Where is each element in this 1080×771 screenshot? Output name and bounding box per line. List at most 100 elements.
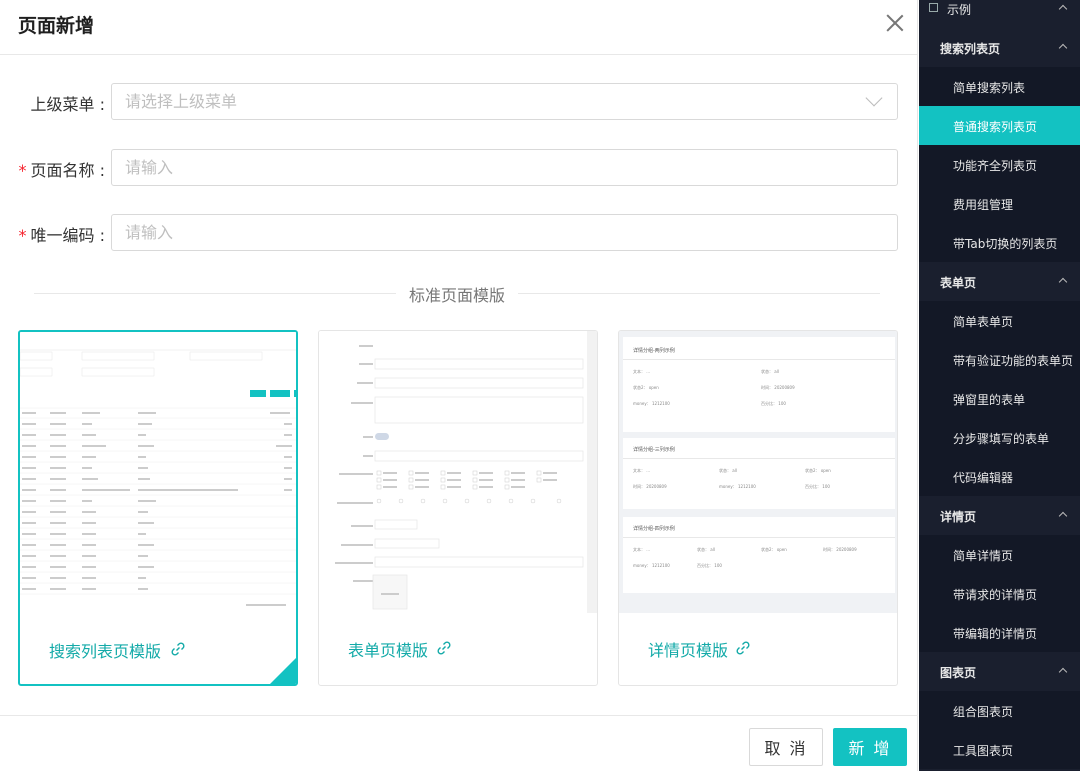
parent-menu-label-text: 上级菜单 :: [30, 95, 105, 114]
template-card-form[interactable]: 表单页模版: [318, 330, 598, 686]
link-icon[interactable]: [436, 640, 452, 656]
sidebar-item-step-form[interactable]: 分步骤填写的表单: [919, 418, 1080, 457]
detail-section: 详情分组-三列示例 文本： ... 状态： all 状态2： open 时间： …: [623, 438, 895, 509]
detail-field: 文本： ...: [633, 468, 651, 473]
sidebar-item-validated-form[interactable]: 带有验证功能的表单页: [919, 340, 1080, 379]
sidebar-item-simple-search-list[interactable]: 简单搜索列表: [919, 67, 1080, 106]
sidebar-item-label: 搜索列表页: [940, 42, 1001, 56]
parent-menu-label: 上级菜单 :: [31, 91, 105, 115]
detail-section-title: 详情分组-三列示例: [633, 447, 675, 453]
sidebar-item-tool-chart[interactable]: 工具图表页: [919, 730, 1080, 769]
add-button[interactable]: 新 增: [833, 728, 907, 766]
detail-field: 时间： 20200809: [633, 484, 667, 489]
modal-header: 页面新增: [0, 0, 917, 55]
detail-section-title: 详情分组-四列示例: [633, 526, 675, 532]
sidebar-item-label: 带有验证功能的表单页: [953, 354, 1074, 368]
required-mark: *: [18, 226, 27, 245]
sidebar-item-simple-detail[interactable]: 简单详情页: [919, 535, 1080, 574]
sidebar-item-label: 示例: [947, 3, 972, 17]
detail-field: 状态： all: [761, 369, 779, 374]
page-add-modal: 页面新增 上级菜单 : *页面名称 : *唯一编码 : 标准页面模版: [0, 0, 918, 771]
sidebar-item-label: 图表页: [940, 666, 977, 680]
unique-code-input[interactable]: [111, 214, 898, 251]
parent-menu-row: 上级菜单 :: [0, 83, 918, 121]
page-name-row: * 页面名称 :: [0, 149, 918, 187]
sidebar-item-full-list[interactable]: 功能齐全列表页: [919, 145, 1080, 184]
sidebar-item-normal-search-list[interactable]: 普通搜索列表页: [919, 106, 1080, 145]
grid-icon: [929, 3, 938, 12]
detail-section: 详情分组-四列示例 文本： ... 状态： all 状态2： open 时间： …: [623, 517, 895, 593]
chevron-up-icon: [1058, 4, 1068, 14]
search-list-preview: [20, 332, 296, 614]
page-name-label-text: 页面名称 :: [30, 161, 105, 180]
sidebar-item-label: 组合图表页: [953, 705, 1014, 719]
sidebar-item-code-editor[interactable]: 代码编辑器: [919, 457, 1080, 496]
sidebar-item-tab-list[interactable]: 带Tab切换的列表页: [919, 223, 1080, 262]
sidebar-item-label: 费用组管理: [953, 198, 1014, 212]
sidebar-item-expense-group[interactable]: 费用组管理: [919, 184, 1080, 223]
sidebar-item-label: 表单页: [940, 276, 977, 290]
detail-field: 状态2： open: [633, 385, 659, 390]
sidebar-item-label: 带请求的详情页: [953, 588, 1038, 602]
template-caption-detail[interactable]: 详情页模版: [648, 637, 728, 661]
search-list-preview-image: [20, 332, 296, 614]
detail-field: 百分比： 100: [761, 401, 786, 406]
sidebar-group-form[interactable]: 表单页: [919, 262, 1080, 301]
sidebar-item-label: 工具图表页: [953, 744, 1014, 758]
detail-section: 详情分组-两列示例 文本： ... 状态： all 状态2： open 时间： …: [623, 337, 895, 432]
sidebar-item-simple-form[interactable]: 简单表单页: [919, 301, 1080, 340]
detail-section-title: 详情分组-两列示例: [633, 348, 675, 354]
sidebar-item-request-detail[interactable]: 带请求的详情页: [919, 574, 1080, 613]
detail-preview: 详情分组-两列示例 文本： ... 状态： all 状态2： open 时间： …: [619, 331, 897, 613]
sidebar-item-label: 带Tab切换的列表页: [953, 237, 1058, 251]
modal-footer: 取 消 新 增: [0, 715, 918, 771]
chevron-up-icon: [1058, 277, 1068, 287]
chevron-up-icon: [1058, 511, 1068, 521]
sidebar-item-label: 功能齐全列表页: [953, 159, 1038, 173]
sidebar: 示例 搜索列表页 简单搜索列表 普通搜索列表页 功能齐全列表页 费用组管理 带T…: [919, 0, 1080, 771]
sidebar-item-examples[interactable]: 示例: [919, 0, 1080, 28]
close-icon[interactable]: [884, 12, 906, 34]
detail-field: 状态2： open: [761, 547, 787, 552]
unique-code-label-text: 唯一编码 :: [30, 226, 105, 245]
sidebar-item-label: 分步骤填写的表单: [953, 432, 1050, 446]
detail-field: 百分比： 100: [805, 484, 830, 489]
sidebar-item-edit-detail[interactable]: 带编辑的详情页: [919, 613, 1080, 652]
page-name-label: * 页面名称 :: [19, 157, 105, 181]
sidebar-item-label: 普通搜索列表页: [953, 120, 1038, 134]
unique-code-label: * 唯一编码 :: [19, 222, 105, 246]
detail-field: 文本： ...: [633, 547, 651, 552]
detail-field: 百分比： 100: [697, 563, 722, 568]
chevron-up-icon: [1058, 43, 1068, 53]
sidebar-item-modal-form[interactable]: 弹窗里的表单: [919, 379, 1080, 418]
sidebar-group-search-list[interactable]: 搜索列表页: [919, 28, 1080, 67]
sidebar-item-label: 带编辑的详情页: [953, 627, 1038, 641]
sidebar-group-chart[interactable]: 图表页: [919, 652, 1080, 691]
page-name-input[interactable]: [111, 149, 898, 186]
detail-field: money： 1212100: [633, 563, 670, 568]
detail-field: 时间： 20200809: [823, 547, 857, 552]
template-card-detail[interactable]: 详情分组-两列示例 文本： ... 状态： all 状态2： open 时间： …: [618, 330, 898, 686]
template-caption-search-list[interactable]: 搜索列表页模版: [49, 638, 161, 662]
detail-field: 状态： all: [697, 547, 715, 552]
detail-field: money： 1212100: [719, 484, 756, 489]
link-icon[interactable]: [170, 641, 186, 657]
detail-field: money： 1212100: [633, 401, 670, 406]
sidebar-item-combined-chart[interactable]: 组合图表页: [919, 691, 1080, 730]
form-preview: [319, 331, 597, 613]
cancel-button[interactable]: 取 消: [749, 728, 823, 766]
template-section-title: 标准页面模版: [396, 282, 519, 306]
sidebar-item-label: 弹窗里的表单: [953, 393, 1026, 407]
detail-field: 状态2： open: [805, 468, 831, 473]
link-icon[interactable]: [735, 640, 751, 656]
template-card-search-list[interactable]: 搜索列表页模版: [18, 330, 298, 686]
detail-field: 文本： ...: [633, 369, 651, 374]
parent-menu-select[interactable]: [111, 83, 898, 120]
form-preview-image: [319, 331, 597, 613]
sidebar-group-detail[interactable]: 详情页: [919, 496, 1080, 535]
template-caption-form[interactable]: 表单页模版: [348, 637, 428, 661]
unique-code-row: * 唯一编码 :: [0, 214, 918, 252]
sidebar-item-label: 简单表单页: [953, 315, 1014, 329]
sidebar-item-label: 简单详情页: [953, 549, 1014, 563]
required-mark: *: [18, 161, 27, 180]
